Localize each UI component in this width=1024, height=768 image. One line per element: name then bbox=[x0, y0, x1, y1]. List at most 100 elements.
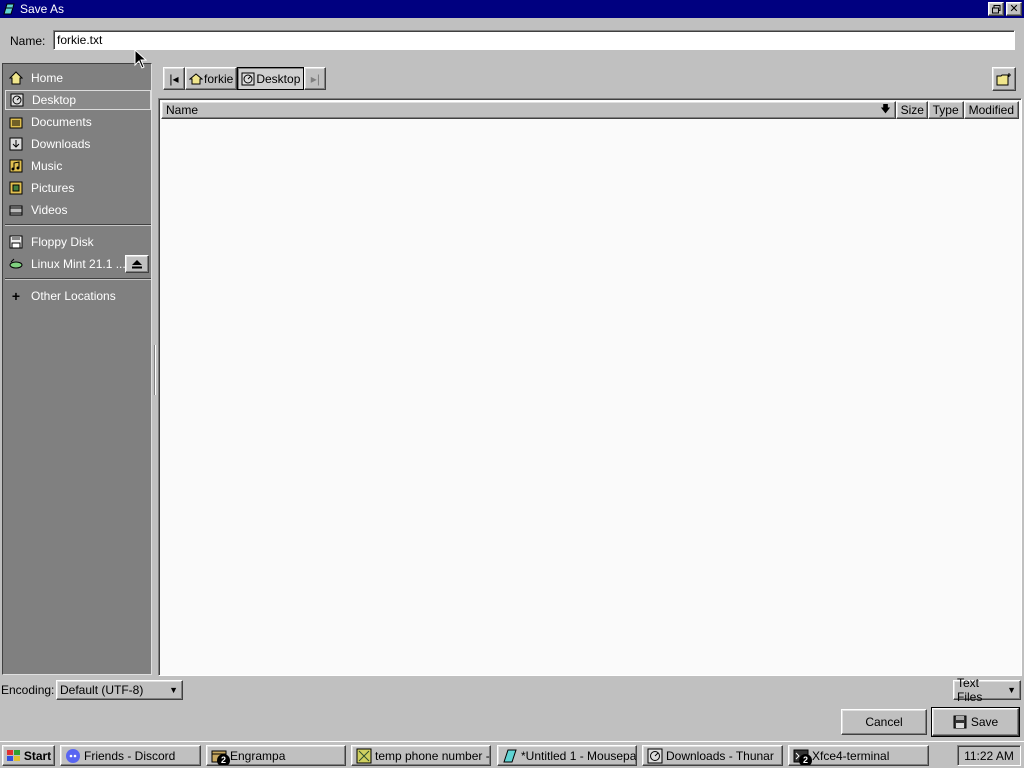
save-button[interactable]: Save bbox=[931, 707, 1020, 737]
sidebar-separator bbox=[5, 278, 151, 280]
sidebar-item-videos[interactable]: Videos bbox=[5, 200, 151, 220]
file-list-header: Name 🡇 Size Type Modified bbox=[161, 101, 1019, 119]
browser-icon bbox=[356, 748, 372, 763]
path-segment-desktop[interactable]: Desktop bbox=[237, 67, 305, 90]
file-list[interactable]: Name 🡇 Size Type Modified bbox=[158, 98, 1022, 676]
sidebar-item-label: Downloads bbox=[31, 137, 91, 151]
sidebar-item-floppy-disk[interactable]: Floppy Disk bbox=[5, 232, 151, 252]
mousepad-icon bbox=[3, 3, 15, 15]
plus-icon: + bbox=[11, 288, 21, 304]
task-label: Friends - Discord bbox=[84, 748, 176, 763]
path-back-button[interactable]: |◂ bbox=[163, 67, 185, 90]
mouse-cursor-icon bbox=[134, 49, 148, 69]
column-header-label: Modified bbox=[968, 103, 1014, 117]
sidebar-item-label: Other Locations bbox=[31, 289, 116, 303]
save-label: Save bbox=[970, 715, 999, 729]
discord-icon bbox=[66, 748, 80, 763]
notification-badge: 2 bbox=[217, 753, 230, 765]
encoding-value: Default (UTF-8) bbox=[60, 683, 144, 697]
sidebar-item-desktop[interactable]: Desktop bbox=[5, 90, 151, 110]
start-button[interactable]: Start bbox=[2, 745, 55, 766]
eject-button[interactable] bbox=[125, 255, 149, 273]
sidebar-separator bbox=[5, 224, 151, 226]
home-folder-icon bbox=[189, 72, 203, 84]
path-forward-button[interactable]: ▸| bbox=[304, 67, 327, 90]
column-header-label: Name bbox=[166, 103, 199, 117]
filter-value: Text Files bbox=[957, 676, 983, 704]
file-type-filter-select[interactable]: Text Files ▼ bbox=[953, 676, 1021, 704]
pane-splitter[interactable] bbox=[154, 345, 156, 395]
save-icon bbox=[953, 715, 967, 729]
task-browser[interactable]: temp phone number - ... bbox=[351, 745, 491, 766]
sidebar-item-label: Music bbox=[31, 159, 63, 173]
path-right-arrow-icon: ▸| bbox=[310, 71, 320, 86]
task-discord[interactable]: Friends - Discord bbox=[60, 745, 201, 766]
task-thunar[interactable]: Downloads - Thunar bbox=[642, 745, 783, 766]
task-label: Engrampa bbox=[230, 748, 286, 763]
start-logo-icon bbox=[6, 749, 20, 761]
restore-icon bbox=[991, 4, 1000, 13]
task-label: Downloads - Thunar bbox=[666, 748, 774, 763]
title-bar: Save As ✕ bbox=[0, 0, 1024, 18]
path-segment-forkie[interactable]: forkie bbox=[185, 67, 238, 90]
desktop-icon bbox=[10, 93, 24, 107]
task-mousepad[interactable]: *Untitled 1 - Mousepad bbox=[497, 745, 637, 766]
name-row: Name: bbox=[0, 30, 1024, 52]
close-icon: ✕ bbox=[1009, 2, 1019, 15]
task-label: temp phone number - ... bbox=[375, 748, 491, 763]
filename-input[interactable] bbox=[53, 30, 1015, 50]
name-label: Name: bbox=[10, 34, 46, 48]
sidebar-item-label: Floppy Disk bbox=[31, 235, 94, 249]
task-label: Xfce4-terminal bbox=[812, 748, 890, 763]
system-clock: 11:22 AM bbox=[957, 745, 1021, 766]
cancel-button[interactable]: Cancel bbox=[841, 709, 927, 735]
sidebar-item-label: Desktop bbox=[32, 93, 77, 107]
column-header-type[interactable]: Type bbox=[927, 101, 964, 119]
music-icon bbox=[9, 159, 23, 173]
sidebar-item-linux-mint[interactable]: Linux Mint 21.1 ... bbox=[5, 254, 151, 274]
sidebar-item-documents[interactable]: Documents bbox=[5, 112, 151, 132]
sort-down-icon: 🡇 bbox=[880, 103, 891, 115]
taskbar: Start Friends - Discord 2 Engrampa temp … bbox=[0, 741, 1024, 768]
close-button[interactable]: ✕ bbox=[1006, 2, 1022, 16]
terminal-icon: 2 bbox=[793, 748, 812, 765]
new-folder-button[interactable] bbox=[992, 67, 1016, 91]
notification-badge: 2 bbox=[799, 753, 812, 765]
floppy-disk-icon bbox=[9, 235, 23, 249]
places-sidebar: Home Desktop Documents Downloads Music P… bbox=[2, 63, 152, 675]
encoding-label: Encoding: bbox=[1, 683, 55, 697]
column-header-size[interactable]: Size bbox=[895, 101, 928, 119]
eject-icon bbox=[132, 260, 142, 269]
desktop-icon bbox=[241, 72, 255, 85]
dropdown-arrow-icon: ▼ bbox=[1007, 685, 1016, 695]
sidebar-item-label: Pictures bbox=[31, 181, 75, 195]
column-header-modified[interactable]: Modified bbox=[963, 101, 1019, 119]
sidebar-item-pictures[interactable]: Pictures bbox=[5, 178, 151, 198]
task-engrampa[interactable]: 2 Engrampa bbox=[206, 745, 346, 766]
sidebar-item-home[interactable]: Home bbox=[5, 68, 151, 88]
sidebar-item-other-locations[interactable]: + Other Locations bbox=[5, 286, 151, 306]
task-terminal[interactable]: 2 Xfce4-terminal bbox=[788, 745, 929, 766]
sidebar-item-downloads[interactable]: Downloads bbox=[5, 134, 151, 154]
start-label: Start bbox=[23, 748, 52, 763]
documents-icon bbox=[9, 117, 23, 129]
sidebar-item-music[interactable]: Music bbox=[5, 156, 151, 176]
path-segment-label: forkie bbox=[204, 71, 234, 86]
archive-icon: 2 bbox=[211, 748, 230, 765]
column-header-label: Size bbox=[900, 103, 924, 117]
downloads-icon bbox=[9, 137, 23, 151]
column-header-label: Type bbox=[932, 103, 959, 117]
mousepad-icon bbox=[503, 749, 517, 762]
clock-time: 11:22 AM bbox=[964, 748, 1014, 763]
videos-icon bbox=[9, 205, 23, 216]
sidebar-item-label: Home bbox=[31, 71, 64, 85]
encoding-select[interactable]: Default (UTF-8) ▼ bbox=[56, 680, 183, 700]
column-header-name[interactable]: Name 🡇 bbox=[161, 101, 896, 119]
thunar-icon bbox=[647, 748, 663, 763]
path-bar: |◂ forkie Desktop ▸| bbox=[163, 67, 327, 90]
window-title: Save As bbox=[20, 2, 65, 16]
restore-button[interactable] bbox=[988, 2, 1004, 16]
sidebar-item-label: Documents bbox=[31, 115, 92, 129]
home-icon bbox=[9, 71, 23, 85]
cancel-label: Cancel bbox=[865, 715, 903, 729]
